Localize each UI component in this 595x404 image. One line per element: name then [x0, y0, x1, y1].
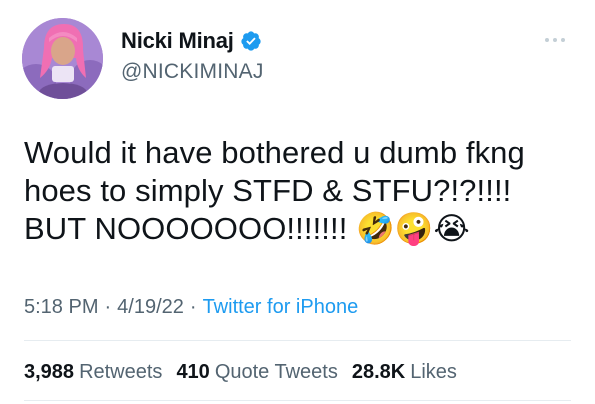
divider	[24, 400, 571, 401]
retweets-stat[interactable]: 3,988 Retweets	[24, 361, 162, 384]
retweets-count: 3,988	[24, 361, 75, 383]
tweet-time[interactable]: 5:18 PM	[24, 296, 98, 319]
divider	[24, 340, 571, 341]
handle[interactable]: @NICKIMINAJ	[121, 60, 264, 84]
display-name[interactable]: Nicki Minaj	[121, 28, 234, 54]
meta-separator: ·	[104, 296, 112, 318]
retweets-label: Retweets	[79, 361, 163, 383]
quote-tweets-label: Quote Tweets	[214, 361, 338, 383]
tweet-stats: 3,988 Retweets 410 Quote Tweets 28.8K Likes	[24, 361, 457, 384]
likes-label: Likes	[410, 361, 457, 383]
dot	[553, 38, 557, 42]
tweet-date[interactable]: 4/19/22	[117, 296, 184, 319]
dot	[561, 38, 565, 42]
more-options-icon[interactable]	[545, 38, 565, 42]
quote-tweets-stat[interactable]: 410 Quote Tweets	[176, 361, 337, 384]
tweet-meta: 5:18 PM · 4/19/22 · Twitter for iPhone	[24, 296, 358, 319]
tweet-card: Nicki Minaj @NICKIMINAJ Would it have bo…	[0, 0, 595, 404]
quote-tweets-count: 410	[176, 361, 210, 383]
name-row: Nicki Minaj	[121, 28, 262, 54]
dot	[545, 38, 549, 42]
meta-separator: ·	[189, 296, 197, 318]
tweet-text: Would it have bothered u dumb fkng hoes …	[24, 135, 525, 246]
likes-count: 28.8K	[351, 361, 406, 383]
likes-stat[interactable]: 28.8K Likes	[352, 361, 457, 384]
tweet-source-link[interactable]: Twitter for iPhone	[203, 296, 359, 319]
avatar-image	[22, 18, 103, 99]
avatar[interactable]	[22, 18, 103, 99]
verified-badge-icon	[240, 30, 262, 52]
